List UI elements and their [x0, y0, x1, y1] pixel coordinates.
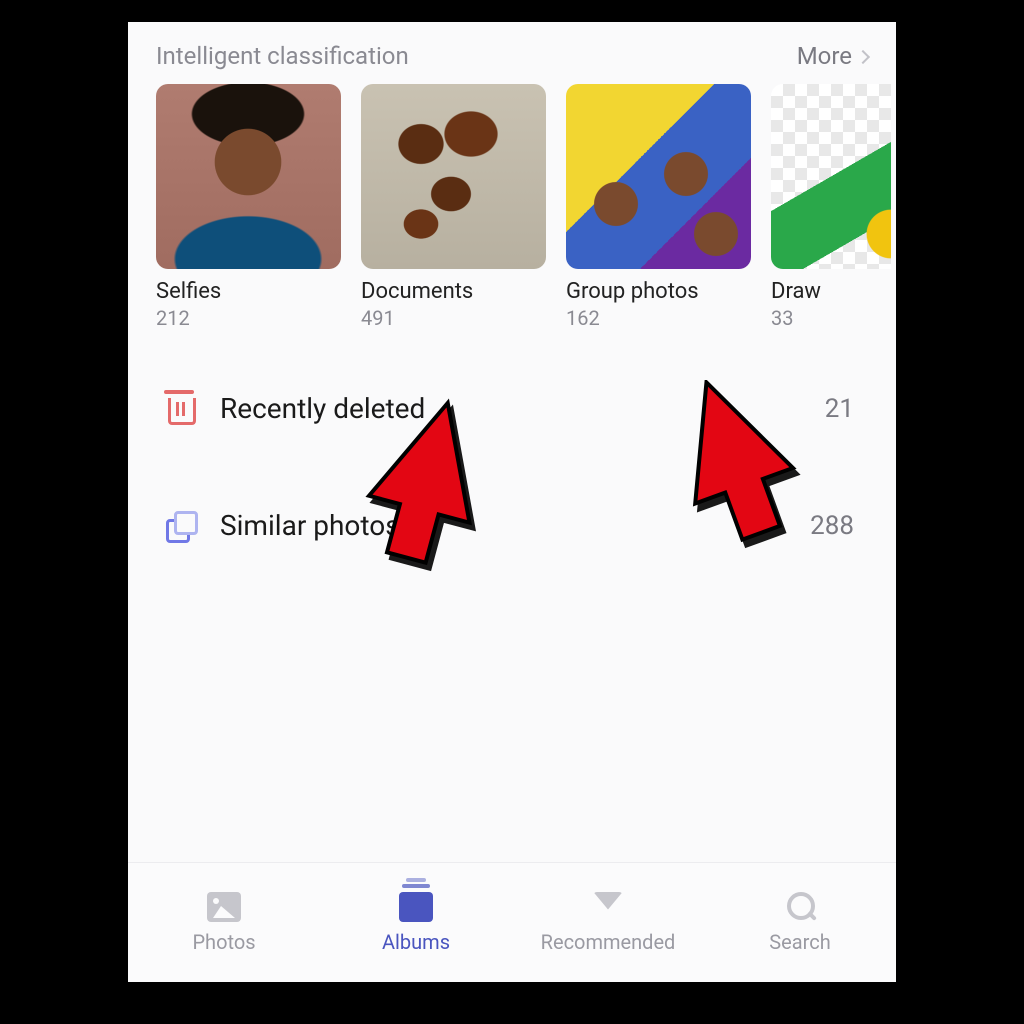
similar-photos-row[interactable]: Similar photos 288 [128, 487, 896, 564]
nav-search[interactable]: Search [704, 863, 896, 982]
nav-search-label: Search [769, 930, 830, 954]
album-label: Selfies [156, 279, 341, 304]
album-count: 491 [361, 306, 546, 330]
album-thumbnail [771, 84, 891, 269]
nav-albums-label: Albums [382, 930, 450, 954]
album-card-drawings[interactable]: Draw 33 [771, 84, 891, 330]
album-label: Draw [771, 279, 891, 304]
nav-recommended-label: Recommended [541, 930, 676, 954]
nav-recommended[interactable]: Recommended [512, 863, 704, 982]
recently-deleted-row[interactable]: Recently deleted 21 [128, 370, 896, 447]
album-card-group-photos[interactable]: Group photos 162 [566, 84, 751, 330]
section-title: Intelligent classification [156, 42, 409, 70]
album-thumbnail [566, 84, 751, 269]
photos-icon [207, 892, 241, 922]
chevron-right-icon [856, 50, 870, 64]
diamond-icon [591, 892, 625, 922]
album-card-selfies[interactable]: Selfies 212 [156, 84, 341, 330]
bottom-nav: Photos Albums Recommended Search [128, 862, 896, 982]
album-card-documents[interactable]: Documents 491 [361, 84, 546, 330]
more-button[interactable]: More [797, 42, 868, 70]
album-count: 212 [156, 306, 341, 330]
album-thumbnail [156, 84, 341, 269]
trash-icon [158, 396, 200, 422]
albums-icon [399, 892, 433, 922]
album-label: Group photos [566, 279, 751, 304]
search-icon [785, 892, 815, 922]
gallery-albums-screen: Intelligent classification More Selfies … [128, 22, 896, 982]
similar-photos-label: Similar photos [220, 509, 810, 542]
nav-albums[interactable]: Albums [320, 863, 512, 982]
album-count: 33 [771, 306, 891, 330]
album-count: 162 [566, 306, 751, 330]
nav-photos-label: Photos [192, 930, 255, 954]
recently-deleted-count: 21 [825, 394, 854, 424]
recently-deleted-label: Recently deleted [220, 392, 825, 425]
album-label: Documents [361, 279, 546, 304]
special-albums-list: Recently deleted 21 Similar photos 288 [128, 370, 896, 564]
similar-photos-count: 288 [810, 511, 854, 541]
more-label: More [797, 42, 852, 70]
section-header: Intelligent classification More [128, 22, 896, 84]
nav-photos[interactable]: Photos [128, 863, 320, 982]
album-thumbnail [361, 84, 546, 269]
stack-icon [158, 513, 200, 539]
classification-albums-row[interactable]: Selfies 212 Documents 491 Group photos 1… [128, 84, 896, 330]
